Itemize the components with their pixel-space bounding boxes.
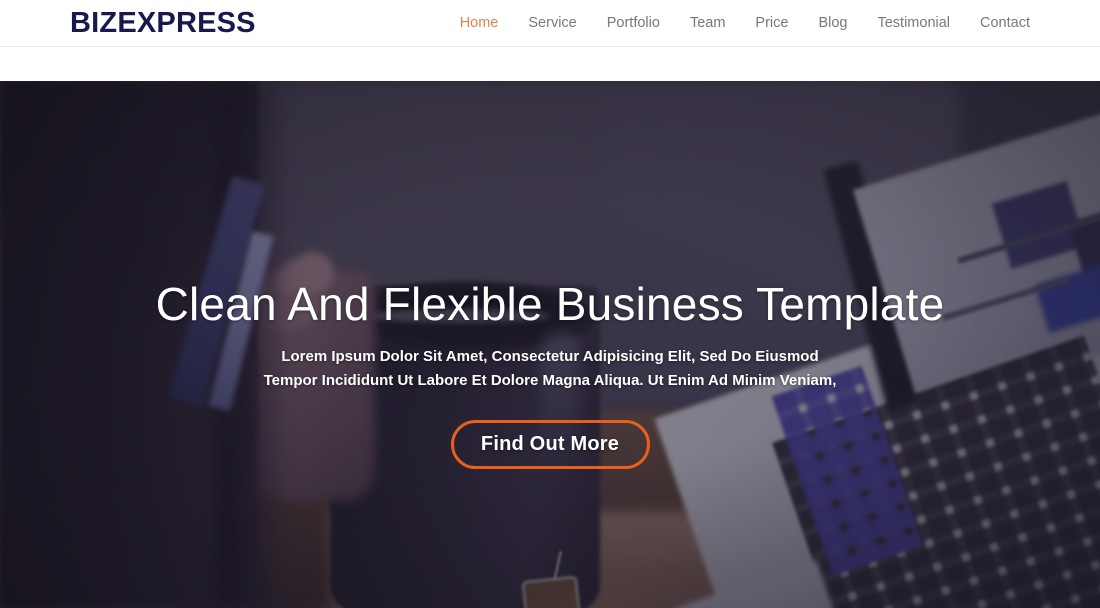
nav-item-blog[interactable]: Blog [818, 16, 847, 31]
find-out-more-button[interactable]: Find Out More [450, 420, 650, 470]
nav-item-team[interactable]: Team [690, 16, 725, 31]
hero-content: Clean And Flexible Business Template Lor… [0, 81, 1100, 608]
header-bar: BIZEXPRESS Home Service Portfolio Team P… [0, 0, 1100, 47]
hero-subtitle-line-2: Tempor Incididunt Ut Labore Et Dolore Ma… [263, 372, 837, 390]
nav-item-home[interactable]: Home [460, 16, 499, 31]
hero-title: Clean And Flexible Business Template [155, 278, 945, 330]
hero-subtitle: Lorem Ipsum Dolor Sit Amet, Consectetur … [264, 345, 837, 394]
hero-subtitle-line-1: Lorem Ipsum Dolor Sit Amet, Consectetur … [281, 347, 819, 365]
site-header: BIZEXPRESS Home Service Portfolio Team P… [0, 0, 1100, 81]
hero-section: Clean And Flexible Business Template Lor… [0, 81, 1100, 608]
nav-item-testimonial[interactable]: Testimonial [877, 16, 950, 31]
nav-item-contact[interactable]: Contact [980, 16, 1030, 31]
brand-logo[interactable]: BIZEXPRESS [70, 8, 256, 38]
main-navigation: Home Service Portfolio Team Price Blog T… [460, 16, 1030, 31]
header-spacer [0, 47, 1100, 80]
nav-item-portfolio[interactable]: Portfolio [607, 16, 660, 31]
nav-item-price[interactable]: Price [755, 16, 788, 31]
nav-item-service[interactable]: Service [528, 16, 576, 31]
